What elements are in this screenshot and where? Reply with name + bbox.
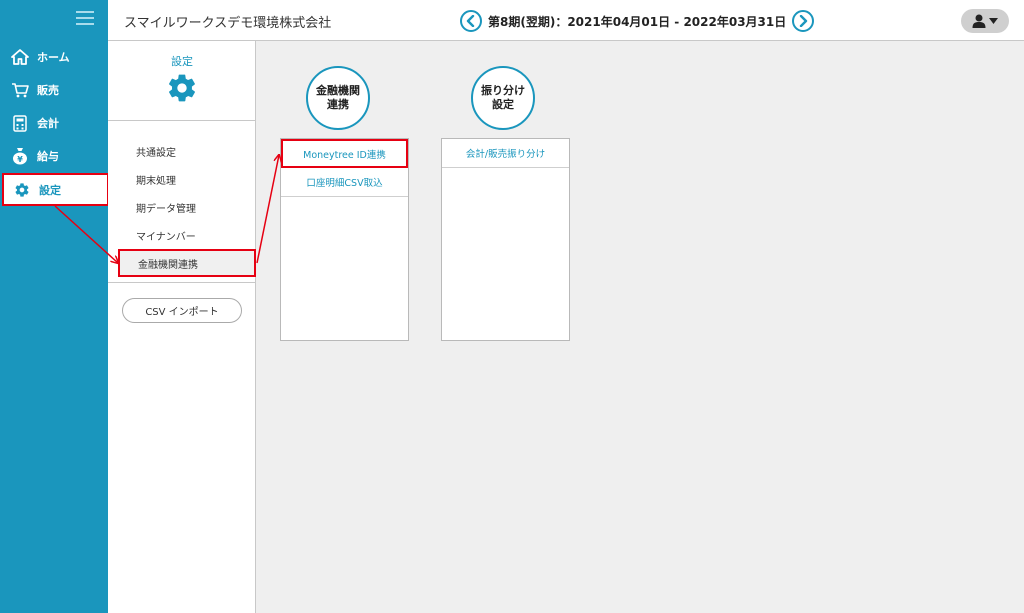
nav-label: ホーム bbox=[37, 51, 70, 64]
calculator-icon bbox=[11, 114, 29, 132]
menu-item-bank-integration[interactable]: 金融機関連携 bbox=[118, 249, 256, 277]
nav-item-settings[interactable]: 設定 bbox=[2, 173, 109, 206]
settings-panel: 設定 共通設定 期末処理 期データ管理 マイナンバー 金融機関連携 CSV イン… bbox=[108, 41, 256, 613]
bank-csv-import-link[interactable]: 口座明細CSV取込 bbox=[281, 168, 408, 197]
nav-label: 給与 bbox=[37, 150, 59, 163]
category-label: 金融機関 bbox=[316, 83, 360, 97]
arrow-to-moneytree bbox=[256, 155, 279, 264]
hamburger-menu-icon[interactable] bbox=[76, 11, 94, 25]
nav-item-payroll[interactable]: ¥ 給与 bbox=[0, 141, 108, 171]
chevron-right-icon bbox=[800, 15, 808, 27]
category-label: 振り分け bbox=[481, 83, 525, 97]
gear-icon bbox=[166, 72, 198, 108]
svg-text:¥: ¥ bbox=[17, 155, 23, 164]
menu-item-my-number[interactable]: マイナンバー bbox=[120, 222, 256, 248]
period-label: 第8期(翌期)：2021年04月01日 - 2022年03月31日 bbox=[488, 14, 787, 29]
nav-label: 設定 bbox=[39, 183, 61, 197]
csv-import-button[interactable]: CSV インポート bbox=[122, 298, 242, 323]
card-allocation-settings: 会計/販売振り分け bbox=[441, 138, 570, 341]
menu-item-period-data[interactable]: 期データ管理 bbox=[120, 194, 256, 220]
category-label: 連携 bbox=[327, 98, 349, 111]
sidebar: ホーム 販売 会計 ¥ 給与 設定 bbox=[0, 0, 109, 613]
chevron-left-icon bbox=[466, 15, 475, 27]
money-bag-icon: ¥ bbox=[11, 147, 29, 165]
home-icon bbox=[11, 48, 29, 66]
menu-item-common-settings[interactable]: 共通設定 bbox=[120, 138, 256, 164]
panel-title: 設定 bbox=[171, 55, 193, 68]
accounting-sales-allocation-link[interactable]: 会計/販売振り分け bbox=[442, 139, 569, 168]
header: スマイルワークスデモ環境株式会社 第8期(翌期)：2021年04月01日 - 2… bbox=[108, 0, 1024, 41]
menu-item-year-end[interactable]: 期末処理 bbox=[120, 166, 256, 192]
divider bbox=[108, 120, 256, 121]
category-label: 設定 bbox=[492, 98, 514, 111]
nav-label: 会計 bbox=[37, 117, 59, 130]
gear-icon bbox=[13, 181, 31, 199]
nav-item-home[interactable]: ホーム bbox=[0, 42, 108, 72]
caret-down-icon bbox=[989, 17, 998, 24]
nav-label: 販売 bbox=[37, 84, 59, 97]
company-name: スマイルワークスデモ環境株式会社 bbox=[124, 16, 332, 31]
divider bbox=[108, 282, 256, 283]
period-selector: 第8期(翌期)：2021年04月01日 - 2022年03月31日 bbox=[460, 10, 815, 32]
nav-item-sales[interactable]: 販売 bbox=[0, 75, 108, 105]
category-allocation-settings: 振り分け 設定 bbox=[471, 66, 535, 130]
cart-icon bbox=[11, 81, 29, 99]
next-period-button[interactable] bbox=[792, 10, 815, 32]
nav-item-accounting[interactable]: 会計 bbox=[0, 108, 108, 138]
card-bank-integration: Moneytree ID連携 口座明細CSV取込 bbox=[280, 138, 409, 341]
prev-period-button[interactable] bbox=[460, 10, 482, 32]
user-icon bbox=[972, 14, 986, 28]
category-bank-integration: 金融機関 連携 bbox=[306, 66, 370, 130]
moneytree-link[interactable]: Moneytree ID連携 bbox=[281, 139, 408, 168]
user-menu-button[interactable] bbox=[961, 9, 1009, 33]
